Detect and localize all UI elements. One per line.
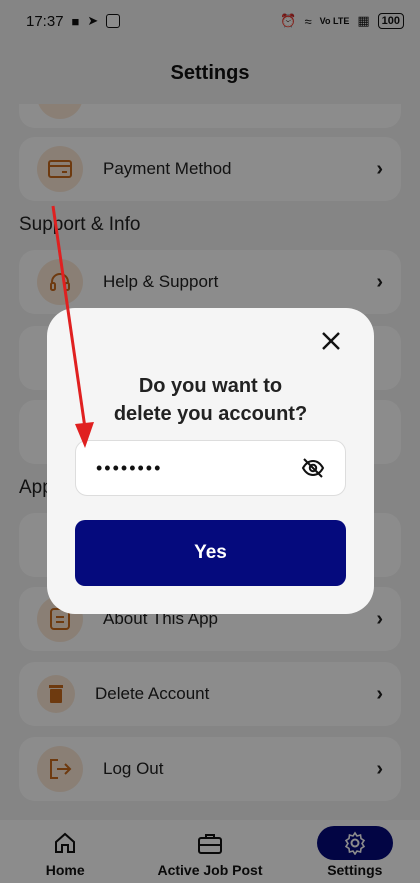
dialog-title-line2: delete you account? (113, 403, 308, 425)
delete-account-dialog: Do you want to delete you account? •••••… (47, 308, 374, 614)
dialog-title: Do you want to delete you account? (47, 372, 374, 428)
password-field[interactable]: •••••••• (75, 440, 346, 496)
close-icon[interactable] (318, 328, 344, 354)
eye-off-icon[interactable] (301, 456, 325, 480)
yes-button[interactable]: Yes (75, 520, 346, 586)
dialog-title-line1: Do you want to (138, 375, 283, 397)
password-value: •••••••• (96, 457, 163, 478)
